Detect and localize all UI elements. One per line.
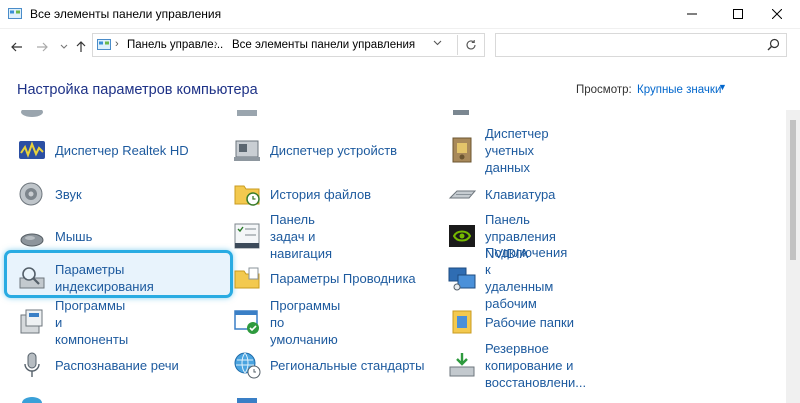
search-input[interactable] xyxy=(495,33,787,57)
back-button[interactable] xyxy=(8,38,26,56)
title-bar: Все элементы панели управления xyxy=(0,0,800,29)
file-history-icon xyxy=(234,185,260,206)
forward-button[interactable] xyxy=(33,38,51,56)
view-selector[interactable]: Крупные значки xyxy=(637,84,721,96)
view-label: Просмотр: xyxy=(576,84,632,96)
partial-item-icon xyxy=(21,110,43,117)
scrollbar-thumb[interactable] xyxy=(790,120,796,260)
cp-item-label: Программы по умолчанию xyxy=(270,297,341,347)
address-dropdown-button[interactable] xyxy=(433,37,442,49)
refresh-button[interactable] xyxy=(457,35,484,55)
taskbar-icon xyxy=(234,223,260,249)
cp-item-label: Программы и компоненты xyxy=(55,297,129,347)
up-button[interactable] xyxy=(72,38,90,56)
cp-item-label: Параметры индексирования xyxy=(55,262,154,294)
mouse-icon xyxy=(20,233,44,247)
realtek-audio-icon xyxy=(19,141,45,159)
breadcrumb-separator-icon: › xyxy=(115,38,119,50)
cp-item-label: Региональные стандарты xyxy=(270,357,425,373)
partial-item-icon xyxy=(237,110,257,116)
cp-item-label: Подключения к удаленным рабочим xyxy=(485,245,568,311)
breadcrumb-separator-icon: › xyxy=(214,38,218,50)
cp-item-label: Резервное копирование и восстановлени... xyxy=(485,340,587,390)
recent-locations-button[interactable] xyxy=(55,38,73,56)
cp-item-label: Параметры Проводника xyxy=(270,270,416,286)
arrow-left-icon xyxy=(11,42,22,52)
device-manager-icon xyxy=(234,140,260,161)
arrow-right-icon xyxy=(37,42,48,52)
cp-item-label: Мышь xyxy=(55,228,93,244)
cp-item-label: Диспетчер устройств xyxy=(270,142,398,158)
microphone-icon xyxy=(24,352,40,377)
indexing-icon xyxy=(19,267,45,289)
control-panel-icon xyxy=(8,8,22,19)
partial-item-icon xyxy=(237,398,257,403)
folder-options-icon xyxy=(234,267,260,289)
default-programs-icon xyxy=(234,310,259,334)
arrow-up-icon xyxy=(76,41,86,52)
cp-item-label: Звук xyxy=(55,186,82,202)
address-bar[interactable]: › Панель управле... › Все элементы панел… xyxy=(92,33,485,57)
cp-item-label: Распознавание речи xyxy=(55,357,179,373)
speaker-icon xyxy=(19,182,43,206)
partial-item-icon xyxy=(453,110,469,115)
globe-clock-icon xyxy=(234,352,261,379)
keyboard-icon xyxy=(448,190,477,199)
remote-desktop-icon xyxy=(448,267,476,291)
minimize-icon xyxy=(687,13,697,15)
window-title: Все элементы панели управления xyxy=(30,7,222,21)
cp-item-label: Клавиатура xyxy=(485,186,556,202)
search-icon xyxy=(767,38,780,51)
nvidia-icon xyxy=(449,225,475,247)
work-folders-icon xyxy=(452,310,472,334)
control-panel-icon xyxy=(97,39,111,50)
breadcrumb-item[interactable]: Панель управле... xyxy=(127,39,223,51)
chevron-down-icon xyxy=(60,44,68,49)
partial-item-icon xyxy=(22,397,42,403)
maximize-icon xyxy=(733,9,743,19)
backup-icon xyxy=(449,353,475,377)
refresh-icon xyxy=(466,40,476,50)
cp-item-label: История файлов xyxy=(270,186,372,202)
close-button[interactable] xyxy=(754,0,800,28)
credential-manager-icon xyxy=(452,137,472,163)
close-icon xyxy=(772,9,782,19)
breadcrumb-item[interactable]: Все элементы панели управления xyxy=(232,39,415,51)
cp-item-label: Рабочие папки xyxy=(485,314,574,330)
minimize-button[interactable] xyxy=(669,0,715,28)
programs-icon xyxy=(20,309,43,334)
page-title: Настройка параметров компьютера xyxy=(17,82,258,98)
cp-item-label: Диспетчер Realtek HD xyxy=(55,142,189,158)
view-dropdown-icon[interactable]: ▼ xyxy=(718,82,727,92)
cp-item-label: Диспетчер учетных данных xyxy=(485,125,549,175)
cp-item-label: Панель задач и навигация xyxy=(270,211,333,261)
chevron-down-icon xyxy=(433,40,442,46)
